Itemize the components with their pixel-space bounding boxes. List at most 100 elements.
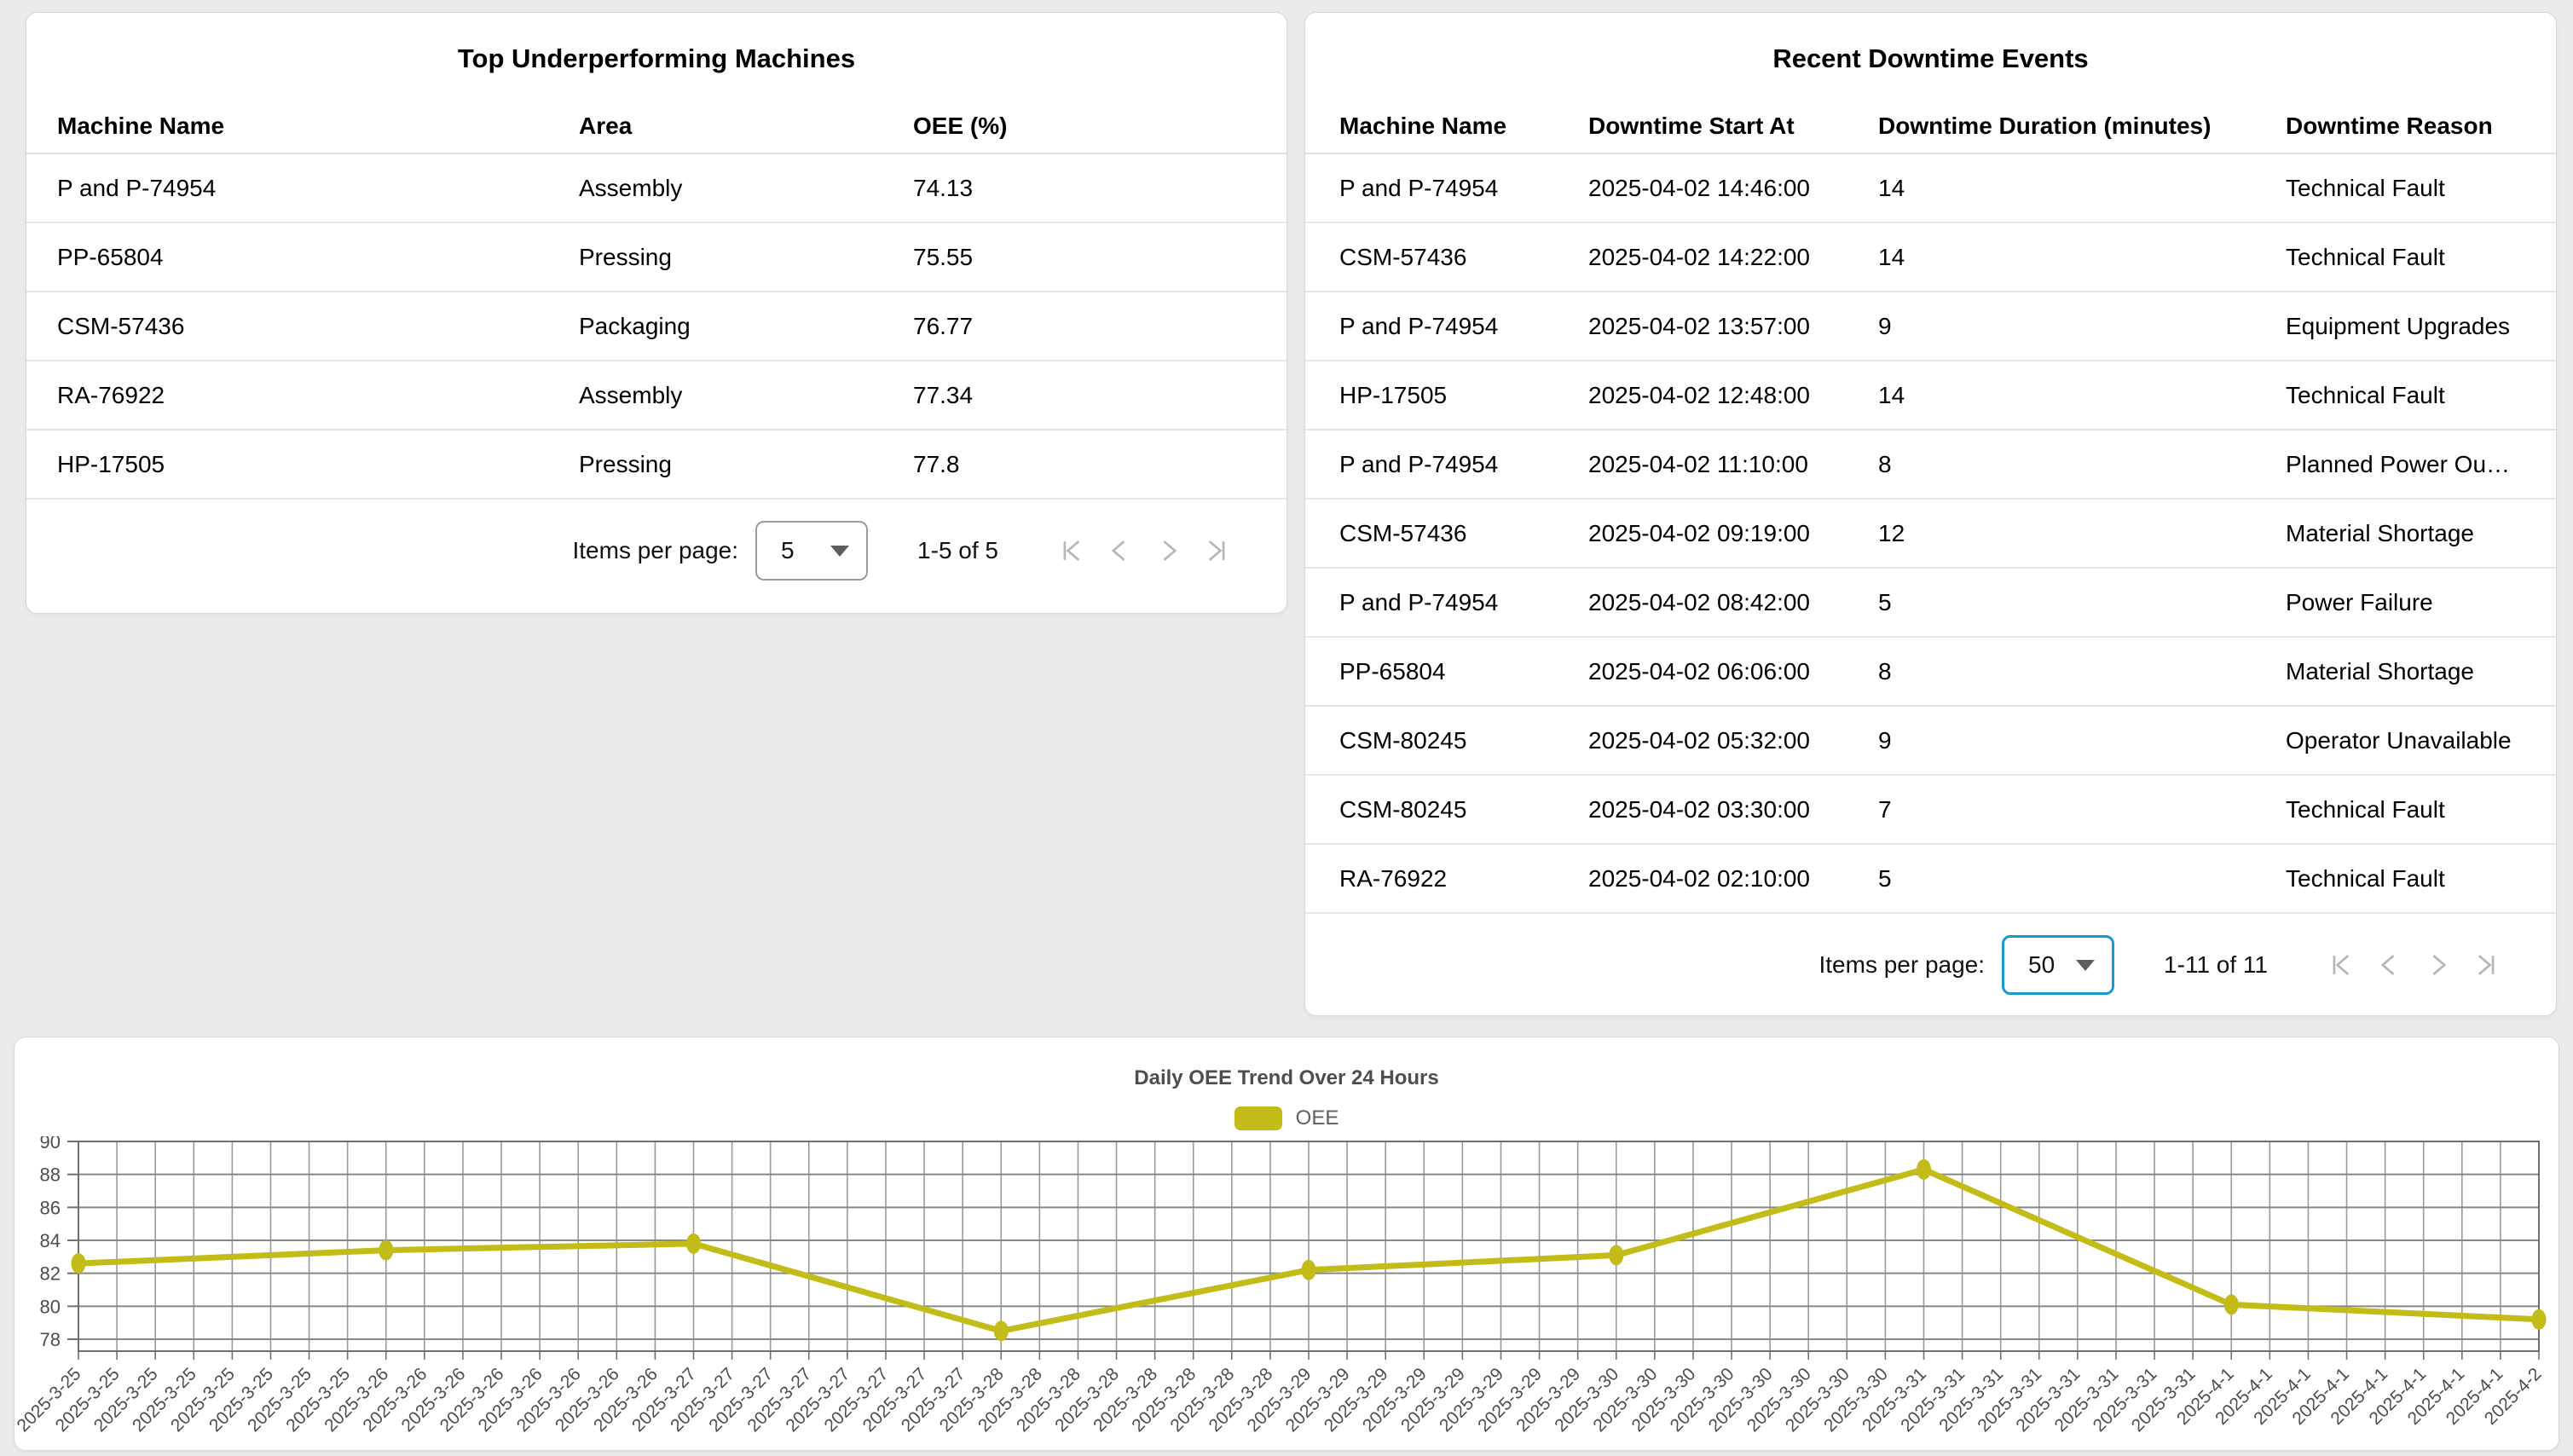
table-cell: CSM-57436 (1339, 520, 1588, 547)
table-cell: CSM-80245 (1339, 796, 1588, 823)
table-header-row: Machine Name Area OEE (%) (26, 100, 1286, 154)
last-page-button[interactable] (2462, 942, 2508, 988)
table-row: RA-76922Assembly77.34 (26, 361, 1286, 430)
chevron-right-icon (1151, 534, 1185, 568)
column-header-machine-name: Machine Name (1339, 113, 1588, 140)
table-cell: 2025-04-02 14:22:00 (1588, 244, 1878, 271)
svg-text:82: 82 (40, 1263, 61, 1285)
table-cell: P and P-74954 (1339, 175, 1588, 202)
paginator-nav (1049, 528, 1239, 574)
table-row: PP-65804Pressing75.55 (26, 223, 1286, 292)
table-cell: CSM-57436 (1339, 244, 1588, 271)
column-header-downtime-duration: Downtime Duration (minutes) (1878, 113, 2286, 140)
table-cell: 2025-04-02 06:06:00 (1588, 658, 1878, 685)
first-page-icon (2325, 948, 2359, 982)
table-cell: P and P-74954 (1339, 313, 1588, 340)
paginator: Items per page: 5 1-5 of 5 (26, 515, 1286, 586)
page-size-select[interactable]: 50 (2002, 935, 2114, 995)
table-cell: 2025-04-02 09:19:00 (1588, 520, 1878, 547)
table-row: CSM-802452025-04-02 05:32:009Operator Un… (1305, 707, 2556, 776)
page-range-label: 1-5 of 5 (917, 537, 998, 564)
column-header-oee: OEE (%) (913, 113, 1256, 140)
table-row: PP-658042025-04-02 06:06:008Material Sho… (1305, 638, 2556, 707)
table-cell: 2025-04-02 05:32:00 (1588, 727, 1878, 754)
table-cell: 76.77 (913, 313, 1256, 340)
recent-downtime-events-card: Recent Downtime Events Machine Name Down… (1304, 12, 2557, 1016)
table-cell: 8 (1878, 658, 2286, 685)
table-body: P and P-749542025-04-02 14:46:0014Techni… (1305, 154, 2556, 914)
top-underperforming-machines-card: Top Underperforming Machines Machine Nam… (26, 12, 1287, 614)
card-title: Top Underperforming Machines (26, 43, 1286, 74)
card-title: Recent Downtime Events (1305, 43, 2556, 74)
table-cell: PP-65804 (1339, 658, 1588, 685)
legend-item-oee[interactable]: OEE (1234, 1106, 1339, 1130)
next-page-button[interactable] (2414, 942, 2460, 988)
table-cell: 5 (1878, 589, 2286, 616)
table-cell: P and P-74954 (1339, 451, 1588, 478)
table-cell: 5 (1878, 865, 2286, 893)
table-cell: HP-17505 (57, 451, 579, 478)
table-row: CSM-802452025-04-02 03:30:007Technical F… (1305, 776, 2556, 845)
table-cell: 2025-04-02 08:42:00 (1588, 589, 1878, 616)
table-row: P and P-749542025-04-02 11:10:008Planned… (1305, 430, 2556, 500)
table-row: CSM-574362025-04-02 09:19:0012Material S… (1305, 500, 2556, 569)
table-cell: 2025-04-02 11:10:00 (1588, 451, 1878, 478)
svg-text:88: 88 (40, 1164, 61, 1186)
page-size-select[interactable]: 5 (755, 521, 868, 581)
first-page-button[interactable] (2319, 942, 2365, 988)
table-cell: RA-76922 (57, 382, 579, 409)
chevron-left-icon (1103, 534, 1137, 568)
page-range-label: 1-11 of 11 (2164, 951, 2268, 979)
table-body: P and P-74954Assembly74.13PP-65804Pressi… (26, 154, 1286, 500)
last-page-icon (1199, 534, 1233, 568)
table-cell: 2025-04-02 02:10:00 (1588, 865, 1878, 893)
table-row: CSM-574362025-04-02 14:22:0014Technical … (1305, 223, 2556, 292)
table-cell: 7 (1878, 796, 2286, 823)
table-header-row: Machine Name Downtime Start At Downtime … (1305, 100, 2556, 154)
dropdown-arrow-icon (2076, 960, 2095, 971)
table-cell: 2025-04-02 14:46:00 (1588, 175, 1878, 202)
table-cell: CSM-57436 (57, 313, 579, 340)
table-cell: Pressing (579, 451, 913, 478)
table-cell: 8 (1878, 451, 2286, 478)
column-header-downtime-start: Downtime Start At (1588, 113, 1878, 140)
table-row: P and P-749542025-04-02 08:42:005Power F… (1305, 569, 2556, 638)
table-cell: Technical Fault (2286, 796, 2522, 823)
column-header-downtime-reason: Downtime Reason (2286, 113, 2522, 140)
table-cell: 14 (1878, 244, 2286, 271)
next-page-button[interactable] (1145, 528, 1191, 574)
last-page-icon (2468, 948, 2502, 982)
table-cell: PP-65804 (57, 244, 579, 271)
table-row: HP-17505Pressing77.8 (26, 430, 1286, 500)
table-row: CSM-57436Packaging76.77 (26, 292, 1286, 361)
table-cell: 14 (1878, 175, 2286, 202)
table-cell: 9 (1878, 313, 2286, 340)
svg-text:78: 78 (40, 1329, 61, 1350)
column-header-machine-name: Machine Name (57, 113, 579, 140)
table-cell: CSM-80245 (1339, 727, 1588, 754)
table-cell: Assembly (579, 382, 913, 409)
paginator-nav (2319, 942, 2508, 988)
table-cell: Material Shortage (2286, 520, 2522, 547)
table-cell: P and P-74954 (57, 175, 579, 202)
previous-page-button[interactable] (1097, 528, 1143, 574)
first-page-button[interactable] (1049, 528, 1096, 574)
table-row: P and P-74954Assembly74.13 (26, 154, 1286, 223)
dashboard-page: { "left_table": { "title": "Top Underper… (0, 0, 2573, 1456)
table-cell: 2025-04-02 13:57:00 (1588, 313, 1878, 340)
table-cell: Technical Fault (2286, 244, 2522, 271)
table-cell: Power Failure (2286, 589, 2522, 616)
chart-title: Daily OEE Trend Over 24 Hours (14, 1066, 2559, 1090)
previous-page-button[interactable] (2367, 942, 2413, 988)
paginator: Items per page: 50 1-11 of 11 (1305, 929, 2556, 1001)
table-cell: Technical Fault (2286, 865, 2522, 893)
legend-label: OEE (1296, 1106, 1339, 1130)
table-row: P and P-749542025-04-02 14:46:0014Techni… (1305, 154, 2556, 223)
table-cell: 9 (1878, 727, 2286, 754)
table-cell: RA-76922 (1339, 865, 1588, 893)
table-cell: 74.13 (913, 175, 1256, 202)
last-page-button[interactable] (1193, 528, 1239, 574)
first-page-icon (1055, 534, 1090, 568)
table-cell: 14 (1878, 382, 2286, 409)
svg-text:90: 90 (40, 1136, 61, 1153)
